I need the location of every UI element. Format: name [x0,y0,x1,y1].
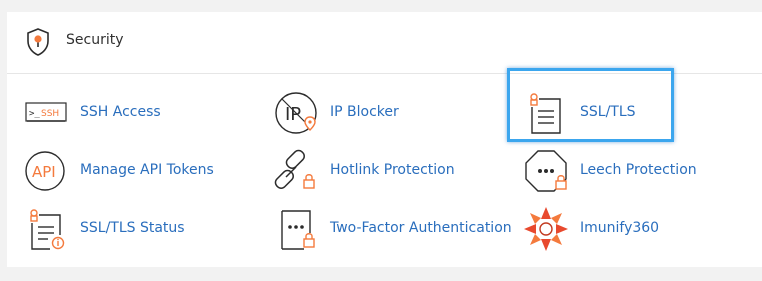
tool-label: Imunify360 [580,220,660,236]
tool-label: Hotlink Protection [330,162,455,178]
hotlink-icon [274,149,315,189]
tool-hotlink-protection[interactable]: Hotlink Protection [274,147,474,195]
tool-imunify360[interactable]: Imunify360 [524,205,724,253]
tool-manage-api-tokens[interactable]: API Manage API Tokens [24,147,224,195]
ssl-tls-status-icon [30,209,65,250]
tool-ssh-access[interactable]: >_ SSH SSH Access [24,89,224,137]
imunify360-icon [524,207,568,251]
leech-icon [525,150,567,192]
svg-text:>_: >_ [29,109,40,119]
api-icon: API [25,151,65,191]
tool-two-factor-authentication[interactable]: Two-Factor Authentication [274,205,514,253]
tool-ssl-tls-status[interactable]: SSL/TLS Status [24,205,224,253]
two-factor-icon [281,210,315,250]
section-title: Security [66,32,124,48]
shield-icon [27,28,49,56]
tool-label: IP Blocker [330,104,399,120]
svg-text:IP: IP [285,104,301,125]
svg-text:SSH: SSH [41,109,59,119]
tool-label: SSH Access [80,104,161,120]
tool-label: Leech Protection [580,162,697,178]
section-header[interactable]: Security [7,12,762,74]
svg-text:API: API [32,163,56,181]
tool-ip-blocker[interactable]: IP IP Blocker [274,89,474,137]
tool-label: Two-Factor Authentication [330,220,512,236]
tool-label: Manage API Tokens [80,162,214,178]
tool-label: SSL/TLS Status [80,220,185,236]
selection-highlight [507,68,674,142]
ip-blocker-icon: IP [275,92,317,134]
ssh-icon: >_ SSH [25,102,67,122]
tool-leech-protection[interactable]: Leech Protection [524,147,724,195]
